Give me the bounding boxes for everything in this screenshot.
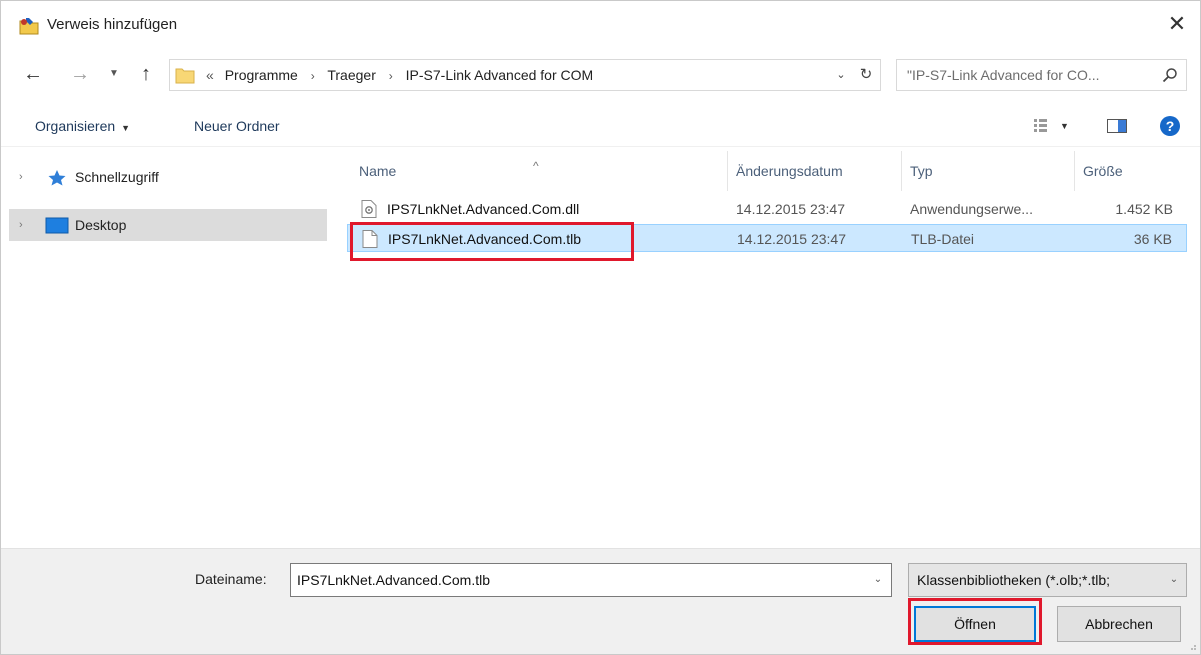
nav-item-quick-access[interactable]: › Schnellzugriff — [9, 161, 327, 193]
desktop-icon — [45, 217, 69, 234]
reference-add-icon — [19, 18, 39, 35]
refresh-icon: ↻ — [859, 66, 873, 83]
file-list: ^ Name Änderungsdatum Typ Größe IPS7LnkN… — [343, 151, 1188, 547]
arrow-left-icon: ← — [23, 63, 43, 85]
help-button[interactable]: ? — [1159, 105, 1185, 147]
file-size: 36 KB — [1133, 231, 1172, 247]
file-size: 1.452 KB — [1115, 201, 1173, 217]
breadcrumb: « Programme › Traeger › IP-S7-Link Advan… — [206, 60, 593, 90]
nav-item-label: Desktop — [75, 217, 127, 233]
file-type: Anwendungserwe... — [910, 201, 1033, 217]
address-history-dropdown[interactable]: ⌄ — [830, 60, 852, 90]
breadcrumb-overflow[interactable]: « — [206, 67, 221, 83]
column-header-size[interactable]: Größe — [1075, 151, 1188, 191]
file-row-tlb[interactable]: IPS7LnkNet.Advanced.Com.tlb 14.12.2015 2… — [347, 224, 1187, 252]
column-header-label: Änderungsdatum — [736, 163, 843, 179]
close-button[interactable]: ✕ — [1154, 1, 1200, 49]
resize-grip-icon[interactable] — [1187, 641, 1197, 651]
open-button[interactable]: Öffnen — [914, 606, 1036, 642]
nav-item-desktop[interactable]: › Desktop — [9, 209, 327, 241]
column-header-label: Typ — [910, 163, 933, 179]
search-box[interactable]: "IP-S7-Link Advanced for CO... — [896, 59, 1187, 91]
filename-label: Dateiname: — [195, 571, 267, 587]
column-header-name[interactable]: ^ Name — [343, 151, 728, 191]
command-toolbar: Organisieren ▼ Neuer Ordner ▼ ? — [1, 105, 1200, 147]
new-folder-button[interactable]: Neuer Ordner — [194, 105, 280, 147]
new-folder-label: Neuer Ordner — [194, 118, 280, 134]
view-list-icon — [1034, 119, 1047, 132]
help-icon: ? — [1160, 116, 1180, 136]
expand-arrow-icon[interactable]: › — [19, 161, 23, 193]
caret-down-icon: ▼ — [121, 123, 131, 133]
breadcrumb-separator[interactable]: › — [380, 69, 402, 83]
folder-icon — [175, 68, 195, 84]
dll-file-icon — [361, 200, 377, 218]
organize-button[interactable]: Organisieren ▼ — [35, 105, 130, 147]
chevron-down-icon: ⌄ — [836, 69, 846, 81]
expand-arrow-icon[interactable]: › — [19, 209, 23, 241]
file-icon — [362, 230, 378, 248]
filename-input[interactable]: IPS7LnkNet.Advanced.Com.tlb — [297, 564, 490, 596]
back-button[interactable]: ← — [19, 53, 47, 95]
arrow-right-icon: → — [70, 63, 90, 85]
dialog-footer: Dateiname: IPS7LnkNet.Advanced.Com.tlb ⌄… — [1, 548, 1200, 654]
file-date: 14.12.2015 23:47 — [737, 231, 846, 247]
file-row-dll[interactable]: IPS7LnkNet.Advanced.Com.dll 14.12.2015 2… — [347, 195, 1187, 223]
star-icon — [48, 170, 66, 186]
file-name: IPS7LnkNet.Advanced.Com.tlb — [388, 231, 581, 247]
file-type-filter-value: Klassenbibliotheken (*.olb;*.tlb; — [917, 572, 1111, 588]
navigation-row: ← → ▼ ↑ « Programme › Traeger › IP-S7-Li… — [1, 53, 1200, 95]
cancel-button[interactable]: Abbrechen — [1057, 606, 1181, 642]
file-type-filter-select[interactable]: Klassenbibliotheken (*.olb;*.tlb; ⌄ — [908, 563, 1187, 597]
chevron-down-icon: ▼ — [109, 68, 119, 79]
close-icon: ✕ — [1167, 11, 1187, 36]
up-button[interactable]: ↑ — [133, 53, 159, 95]
chevron-down-icon[interactable]: ⌄ — [869, 564, 887, 596]
arrow-up-icon: ↑ — [141, 63, 151, 85]
column-header-date[interactable]: Änderungsdatum — [728, 151, 902, 191]
preview-pane-icon — [1107, 119, 1127, 133]
address-bar[interactable]: « Programme › Traeger › IP-S7-Link Advan… — [169, 59, 881, 91]
caret-down-icon: ▼ — [1060, 121, 1069, 131]
nav-item-label: Schnellzugriff — [75, 169, 159, 185]
breadcrumb-item-traeger[interactable]: Traeger — [327, 67, 376, 83]
file-type: TLB-Datei — [911, 231, 975, 247]
breadcrumb-separator[interactable]: › — [302, 69, 324, 83]
file-name: IPS7LnkNet.Advanced.Com.dll — [387, 201, 580, 217]
view-options-button[interactable]: ▼ — [1034, 105, 1082, 147]
window-title: Verweis hinzufügen — [47, 16, 178, 33]
search-input[interactable]: "IP-S7-Link Advanced for CO... — [907, 60, 1157, 90]
sort-ascending-icon: ^ — [533, 159, 539, 173]
file-dialog-window: Verweis hinzufügen ✕ ← → ▼ ↑ « Programme… — [0, 0, 1201, 655]
search-icon — [1162, 68, 1177, 83]
refresh-button[interactable]: ↻ — [854, 60, 878, 90]
recent-locations-button[interactable]: ▼ — [105, 53, 123, 95]
organize-label: Organisieren — [35, 118, 116, 134]
preview-pane-button[interactable] — [1105, 105, 1131, 147]
navigation-pane: › Schnellzugriff › Desktop — [1, 151, 329, 547]
chevron-down-icon: ⌄ — [1169, 574, 1179, 585]
file-list-header: ^ Name Änderungsdatum Typ Größe — [343, 151, 1188, 191]
title-bar: Verweis hinzufügen ✕ — [1, 1, 1200, 49]
svg-text:?: ? — [1166, 118, 1175, 134]
column-header-label: Name — [359, 163, 397, 179]
filename-field[interactable]: IPS7LnkNet.Advanced.Com.tlb ⌄ — [290, 563, 892, 597]
breadcrumb-item-programme[interactable]: Programme — [225, 67, 298, 83]
file-date: 14.12.2015 23:47 — [736, 201, 845, 217]
forward-button[interactable]: → — [67, 53, 93, 95]
breadcrumb-item-ip-s7-link[interactable]: IP-S7-Link Advanced for COM — [406, 67, 594, 83]
column-header-type[interactable]: Typ — [902, 151, 1075, 191]
column-header-label: Größe — [1083, 163, 1123, 179]
